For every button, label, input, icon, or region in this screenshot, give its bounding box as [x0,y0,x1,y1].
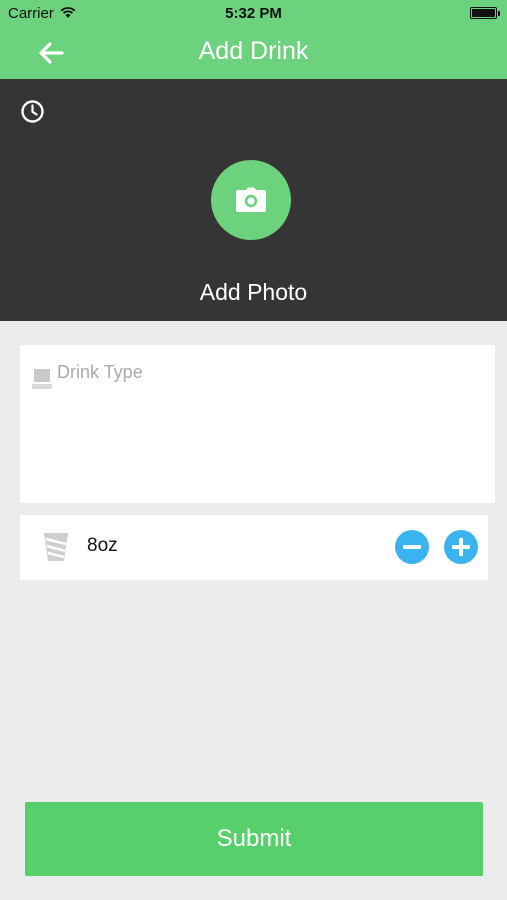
photo-area: Add Photo [0,79,507,321]
clock-icon[interactable] [20,99,45,124]
status-bar: Carrier 5:32 PM [0,0,507,28]
decrease-size-button[interactable] [395,530,429,564]
add-photo-button[interactable] [211,160,291,240]
size-value: 8oz [87,535,118,556]
minus-icon [403,545,421,549]
drink-type-card[interactable] [20,345,495,503]
page-title: Add Drink [198,37,309,65]
top-bar: Carrier 5:32 PM Add Drink [0,0,507,79]
battery-icon [470,7,500,19]
nav-bar: Add Drink [0,28,507,79]
drink-type-input[interactable] [57,359,477,385]
size-row: 8oz [20,515,488,580]
glass-icon [32,369,52,389]
add-photo-label: Add Photo [199,279,308,305]
submit-button[interactable]: Submit [25,802,483,876]
camera-icon [236,187,266,212]
status-time: 5:32 PM [225,5,282,22]
increase-size-button[interactable] [444,530,478,564]
cup-icon [44,533,68,561]
